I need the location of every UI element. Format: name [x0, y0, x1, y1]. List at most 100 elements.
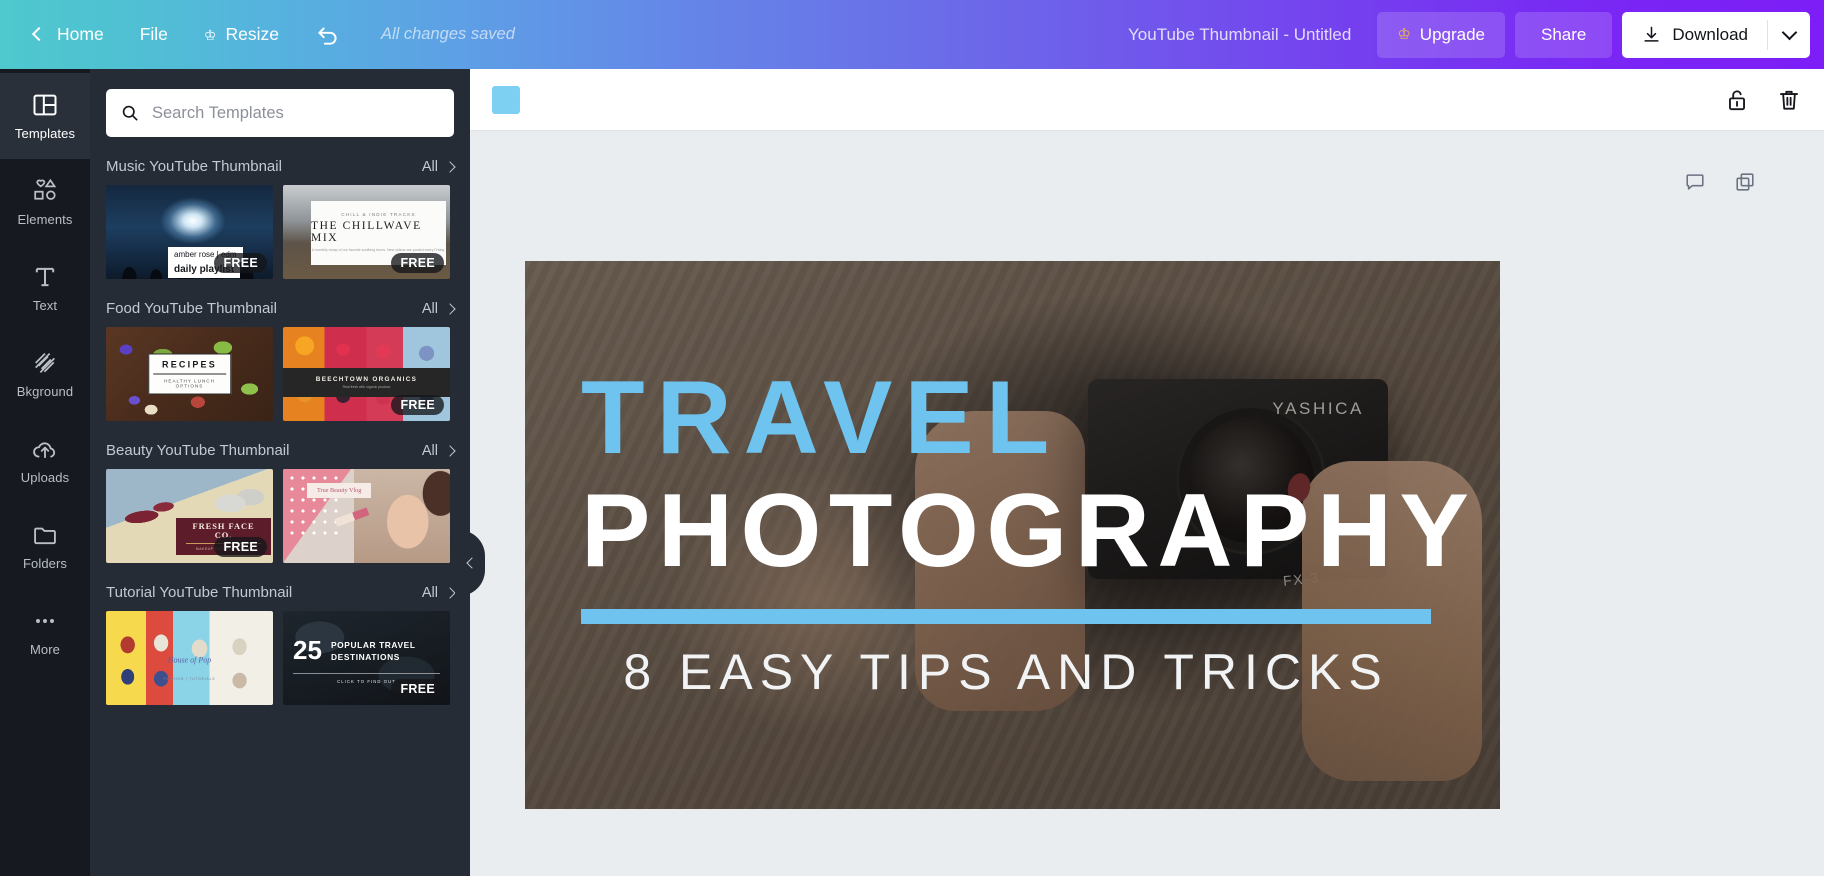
- thumb-subtitle: HEALTHY LUNCH OPTIONS: [164, 378, 215, 389]
- template-section-tutorial: Tutorial YouTube Thumbnail All House of …: [90, 563, 470, 705]
- template-thumbnail[interactable]: House of Pop FASHION | TUTORIALS: [106, 611, 273, 705]
- shoe-photo: [209, 479, 265, 517]
- color-swatch-button[interactable]: [492, 85, 520, 114]
- header-left-group: Home File ♔ Resize All changes saved: [0, 0, 515, 69]
- canvas-toolbar: [470, 69, 1824, 131]
- section-see-all-button[interactable]: All: [421, 584, 456, 601]
- sidebar-item-bkground[interactable]: Bkground: [0, 331, 90, 417]
- template-thumbnail[interactable]: CHILL & INDIE TRACKS THE CHILLWAVE MIX A…: [283, 185, 450, 279]
- sidebar-item-label: Bkground: [16, 384, 74, 399]
- free-badge: FREE: [391, 253, 444, 273]
- section-header: Beauty YouTube Thumbnail All: [106, 421, 456, 469]
- chevron-right-icon: [444, 302, 456, 315]
- search-input[interactable]: [152, 103, 440, 123]
- comment-icon[interactable]: [1684, 171, 1706, 193]
- share-label: Share: [1541, 24, 1587, 44]
- sidebar-item-uploads[interactable]: Uploads: [0, 417, 90, 503]
- thumb-card: BEECHTOWN ORGANICS Real fresh with organ…: [283, 368, 450, 397]
- section-see-all-button[interactable]: All: [422, 443, 456, 459]
- download-button-group: Download: [1622, 11, 1810, 58]
- layout-grid-icon: [33, 94, 57, 116]
- see-all-label: All: [421, 584, 438, 601]
- section-title: Music YouTube Thumbnail: [106, 158, 282, 175]
- see-all-label: All: [421, 300, 438, 317]
- editor-area: YASHICA FX-3 TRAVEL PHOTOGRAPHY 8 EASY T…: [470, 69, 1824, 876]
- sidebar-item-label: Uploads: [20, 470, 70, 485]
- search-box[interactable]: [106, 89, 454, 137]
- section-header: Tutorial YouTube Thumbnail All: [106, 563, 456, 611]
- thumbnail-row: FRESH FACE CO. MAKEUP TUTORIAL & TIPS FR…: [106, 469, 454, 563]
- download-dropdown-button[interactable]: [1768, 12, 1810, 58]
- section-title: Beauty YouTube Thumbnail: [106, 442, 290, 459]
- canvas-stage: YASHICA FX-3 TRAVEL PHOTOGRAPHY 8 EASY T…: [470, 131, 1824, 876]
- thumb-title: THE CHILLWAVE MIX: [311, 220, 422, 245]
- template-thumbnail[interactable]: RECIPES HEALTHY LUNCH OPTIONS: [106, 327, 273, 421]
- section-see-all-button[interactable]: All: [421, 300, 456, 317]
- free-badge: FREE: [391, 395, 444, 415]
- sidebar-item-templates[interactable]: Templates: [0, 73, 90, 159]
- free-badge: FREE: [214, 253, 267, 273]
- thumbnail-row: House of Pop FASHION | TUTORIALS 25 POPU…: [106, 611, 454, 705]
- template-section-food: Food YouTube Thumbnail All RECIPES HEALT…: [90, 279, 470, 421]
- sidebar-item-label: Folders: [22, 556, 68, 571]
- sidebar-item-label: Elements: [17, 212, 73, 227]
- template-thumbnail[interactable]: True Beauty Vlog: [283, 469, 450, 563]
- download-arrow-icon: [1644, 26, 1659, 42]
- sidebar-item-folders[interactable]: Folders: [0, 503, 90, 589]
- upgrade-button[interactable]: ♔ Upgrade: [1377, 11, 1506, 58]
- sidebar-item-elements[interactable]: Elements: [0, 159, 90, 245]
- thumb-title: BEECHTOWN ORGANICS: [315, 375, 418, 383]
- header-right-group: YouTube Thumbnail - Untitled ♔ Upgrade S…: [1128, 0, 1824, 69]
- thumb-title: True Beauty Vlog: [307, 483, 372, 498]
- chevron-left-icon: [465, 557, 478, 569]
- sidebar-item-label: Text: [32, 298, 58, 313]
- chevron-left-icon: [31, 26, 47, 42]
- page-tools: [1684, 171, 1756, 193]
- template-thumbnail[interactable]: 25 POPULAR TRAVEL DESTINATIONS CLICK TO …: [283, 611, 450, 705]
- bag-strap-photo: [113, 494, 183, 538]
- see-all-label: All: [421, 158, 438, 175]
- thumb-subtitle: Real fresh with organic produce: [342, 384, 391, 389]
- thumbnail-row: amber rose | edm daily playlist FREE CHI…: [106, 185, 454, 279]
- section-header: Music YouTube Thumbnail All: [106, 137, 456, 185]
- template-thumbnail[interactable]: FRESH FACE CO. MAKEUP TUTORIAL & TIPS FR…: [106, 469, 273, 563]
- download-label: Download: [1672, 24, 1748, 44]
- unlock-icon[interactable]: [1724, 87, 1750, 113]
- text-t-icon: [35, 267, 55, 287]
- download-button[interactable]: Download: [1622, 12, 1767, 58]
- search-icon: [122, 105, 138, 121]
- design-canvas[interactable]: YASHICA FX-3 TRAVEL PHOTOGRAPHY 8 EASY T…: [525, 261, 1500, 809]
- section-title: Tutorial YouTube Thumbnail: [106, 584, 293, 601]
- file-label: File: [139, 24, 168, 44]
- folder-icon: [34, 527, 56, 545]
- ellipsis-icon: [36, 619, 54, 623]
- file-menu-button[interactable]: File: [122, 0, 186, 69]
- trash-icon[interactable]: [1776, 87, 1802, 113]
- sidebar-item-text[interactable]: Text: [0, 245, 90, 331]
- document-title[interactable]: YouTube Thumbnail - Untitled: [1128, 25, 1351, 45]
- template-section-music: Music YouTube Thumbnail All amber rose |…: [90, 137, 470, 279]
- resize-label: Resize: [225, 24, 279, 44]
- search-container: [90, 69, 470, 137]
- resize-button[interactable]: ♔ Resize: [186, 0, 297, 69]
- undo-arrow-icon: [318, 27, 337, 45]
- cloud-upload-icon: [33, 442, 56, 459]
- thumb-number: 25: [293, 635, 322, 665]
- templates-panel: Music YouTube Thumbnail All amber rose |…: [90, 69, 470, 876]
- thumb-title: RECIPES: [162, 359, 217, 370]
- left-sidebar: Templates Elements Text Bkground Uploads: [0, 69, 90, 876]
- template-section-beauty: Beauty YouTube Thumbnail All FRESH FACE …: [90, 421, 470, 563]
- crown-icon: ♔: [203, 26, 217, 43]
- template-thumbnail[interactable]: BEECHTOWN ORGANICS Real fresh with organ…: [283, 327, 450, 421]
- section-see-all-button[interactable]: All: [421, 158, 456, 175]
- home-button[interactable]: Home: [0, 0, 122, 69]
- free-badge: FREE: [391, 679, 444, 699]
- crown-icon: ♔: [1397, 26, 1411, 43]
- template-thumbnail[interactable]: amber rose | edm daily playlist FREE: [106, 185, 273, 279]
- sidebar-item-label: More: [29, 642, 61, 657]
- undo-button[interactable]: [297, 0, 359, 69]
- copy-icon[interactable]: [1734, 171, 1756, 193]
- sidebar-item-more[interactable]: More: [0, 589, 90, 675]
- chevron-right-icon: [444, 444, 456, 457]
- share-button[interactable]: Share: [1515, 11, 1613, 58]
